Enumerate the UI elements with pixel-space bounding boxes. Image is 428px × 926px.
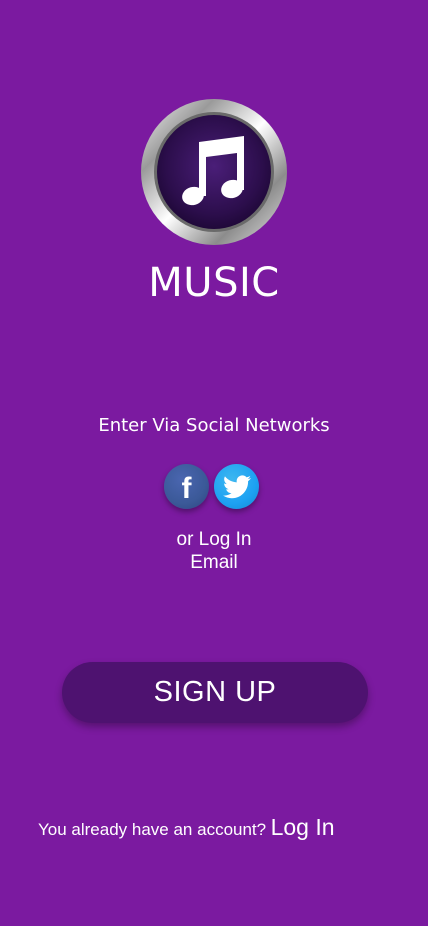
footer: You already have an account? Log In: [38, 814, 398, 841]
twitter-icon: [222, 474, 251, 498]
login-link[interactable]: Log In: [271, 814, 335, 840]
footer-text: You already have an account?: [38, 820, 267, 839]
app-title: MUSIC: [148, 260, 280, 306]
signup-button[interactable]: SIGN UP: [62, 662, 368, 723]
music-note-icon: [141, 99, 287, 245]
social-buttons: f: [164, 464, 260, 510]
email-login-link[interactable]: or Log In Email: [0, 528, 428, 574]
app-logo: [140, 98, 288, 246]
alt-login-line1: or Log In: [176, 529, 252, 550]
facebook-icon: f: [181, 471, 192, 505]
social-heading: Enter Via Social Networks: [98, 415, 330, 436]
twitter-button[interactable]: [214, 464, 259, 509]
facebook-button[interactable]: f: [164, 464, 209, 509]
alt-login-line2: Email: [190, 552, 238, 573]
